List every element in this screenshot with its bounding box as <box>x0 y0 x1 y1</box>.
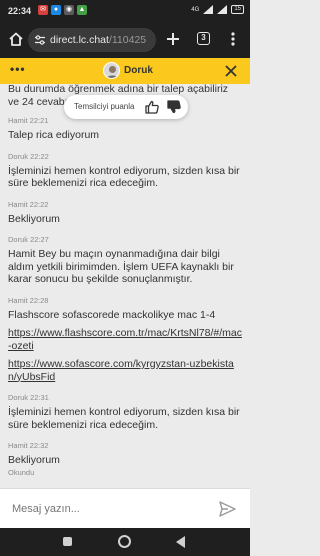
message-item: Doruk 22:22 İşleminizi hemen kontrol edi… <box>8 152 242 190</box>
message-text: Flashscore sofascorede mackolikye mac 1-… <box>8 309 242 384</box>
tab-switcher-button[interactable]: 3 <box>197 32 210 45</box>
address-bar[interactable]: direct.lc.chat/110425 <box>28 28 156 52</box>
message-notification-icon: ✉ <box>38 5 48 15</box>
message-author: Doruk 22:31 <box>8 393 49 402</box>
message-author: Hamit 22:32 <box>8 441 49 450</box>
message-author: Doruk 22:22 <box>8 151 49 161</box>
agent-avatar <box>103 62 120 79</box>
message-composer <box>0 488 250 529</box>
app-notification-icon: ● <box>51 5 61 15</box>
rate-agent-label: Temsilciyi puanla <box>74 102 135 111</box>
chat-menu-icon[interactable]: ••• <box>10 63 26 75</box>
message-item: Doruk 22:31 İşleminizi hemen kontrol edi… <box>8 393 242 431</box>
message-author: Hamit 22:22 <box>8 199 49 209</box>
message-list[interactable]: Bu durumda öğrenmek adına bir talep açab… <box>0 84 250 488</box>
url-host: direct.lc.chat <box>50 34 109 46</box>
message-input[interactable] <box>0 489 210 529</box>
site-settings-icon[interactable] <box>34 34 46 46</box>
thumbs-up-icon[interactable] <box>144 99 160 115</box>
send-icon[interactable] <box>219 501 236 517</box>
back-button[interactable] <box>176 536 185 548</box>
flashscore-link[interactable]: https://www.flashscore.com.tr/mac/KrtsNl… <box>8 327 242 352</box>
thumbs-down-icon[interactable] <box>166 99 182 115</box>
url-text: direct.lc.chat/110425 <box>50 34 152 46</box>
message-text: Bekliyorum <box>8 212 60 225</box>
notification-icons: ✉ ● ◉ ▲ <box>38 5 87 15</box>
url-path: /110425 <box>108 34 147 46</box>
message-text: İşleminizi hemen kontrol ediyorum, sizde… <box>8 164 240 190</box>
signal-icon-2 <box>217 5 228 14</box>
home-button[interactable] <box>118 535 131 548</box>
message-item: Hamit 22:32 Bekliyorum Okundu <box>8 441 242 477</box>
system-icons: 4G 15 <box>191 5 244 14</box>
signal-icon <box>203 5 214 14</box>
message-item: Doruk 22:27 Hamit Bey bu maçın oynanmadı… <box>8 235 242 286</box>
browser-toolbar: direct.lc.chat/110425 3 <box>0 22 250 58</box>
message-item: Hamit 22:22 Bekliyorum <box>8 200 242 226</box>
message-item: Hamit 22:28 Flashscore sofascorede macko… <box>8 296 242 384</box>
message-item: Hamit 22:21 Talep rica ediyorum <box>8 116 242 142</box>
network-label: 4G <box>191 6 200 13</box>
message-body: Flashscore sofascorede mackolikye mac 1-… <box>8 308 216 321</box>
message-text: Hamit Bey bu maçın oynanmadığına dair bi… <box>8 248 234 285</box>
message-text: Talep rica ediyorum <box>8 129 100 141</box>
chat-header: ••• Doruk <box>0 58 250 84</box>
home-icon[interactable] <box>8 31 24 47</box>
message-author: Doruk 22:27 <box>8 235 49 244</box>
new-tab-icon[interactable] <box>165 31 181 47</box>
camera-notification-icon: ◉ <box>64 5 74 15</box>
status-bar: 22:34 ✉ ● ◉ ▲ 4G 15 <box>0 0 250 22</box>
message-author: Hamit 22:28 <box>8 295 49 305</box>
close-icon[interactable] <box>224 64 238 78</box>
system-navigation-bar <box>0 528 250 556</box>
battery-icon: 15 <box>231 5 244 14</box>
rate-agent-popover: Temsilciyi puanla <box>64 95 188 119</box>
read-status: Okundu <box>8 467 35 477</box>
more-options-icon[interactable] <box>230 31 236 47</box>
clock: 22:34 <box>8 6 32 16</box>
recents-button[interactable] <box>63 537 72 546</box>
photos-notification-icon: ▲ <box>77 5 87 15</box>
agent-name: Doruk <box>124 65 153 76</box>
message-text: Bekliyorum <box>8 454 60 466</box>
message-text: İşleminizi hemen kontrol ediyorum, sizde… <box>8 406 240 431</box>
sofascore-link[interactable]: https://www.sofascore.com/kyrgyzstan-uzb… <box>8 358 242 383</box>
